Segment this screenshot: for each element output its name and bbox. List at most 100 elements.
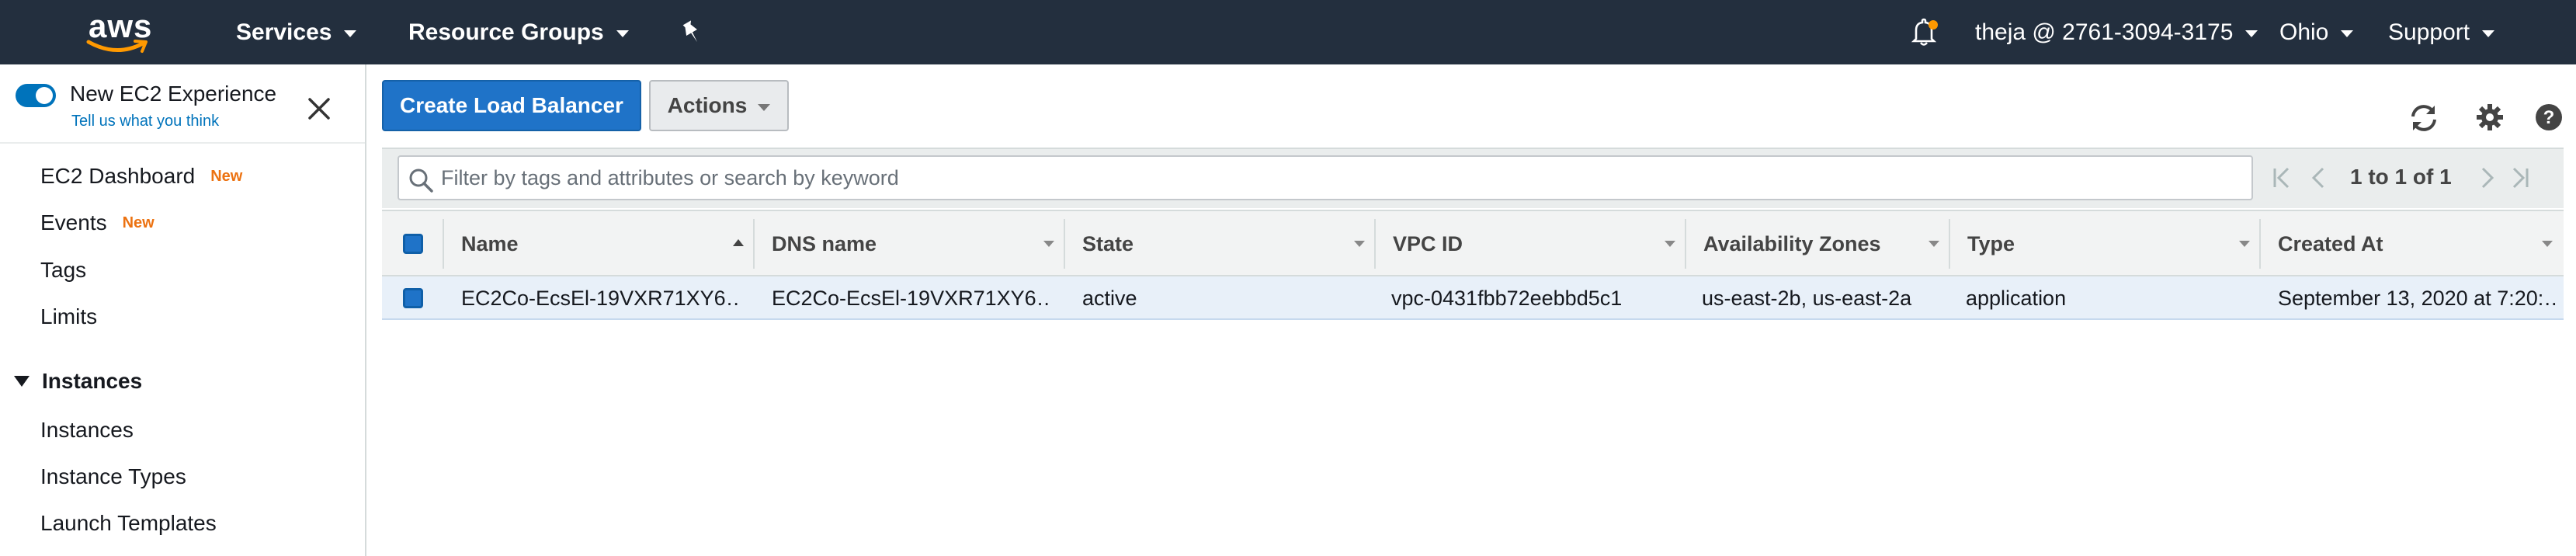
- column-header-label: Created At: [2278, 231, 2383, 255]
- column-header-availability-zones[interactable]: Availability Zones: [1686, 211, 1950, 276]
- create-load-balancer-button[interactable]: Create Load Balancer: [382, 80, 641, 131]
- new-badge: New: [122, 214, 154, 231]
- search-icon: [409, 169, 433, 193]
- search-input[interactable]: [441, 157, 2242, 199]
- chevron-down-icon: [758, 103, 771, 111]
- sidebar-item-label: Launch Templates: [40, 511, 217, 535]
- new-experience-toggle[interactable]: [16, 84, 56, 107]
- resource-groups-menu[interactable]: Resource Groups: [408, 0, 629, 64]
- sort-icon: [1354, 241, 1365, 247]
- support-menu[interactable]: Support: [2388, 0, 2495, 64]
- sidebar-item-tags[interactable]: Tags: [40, 258, 86, 283]
- search-box: [398, 155, 2253, 200]
- select-all-checkbox[interactable]: [403, 234, 423, 254]
- sidebar-item-instance-types[interactable]: Instance Types: [40, 464, 186, 489]
- previous-page-icon[interactable]: [2309, 166, 2328, 189]
- actions-label: Actions: [667, 93, 748, 117]
- notification-dot: [1929, 19, 1938, 30]
- pin-icon: [682, 19, 697, 42]
- resource-groups-label: Resource Groups: [408, 19, 604, 45]
- feedback-link[interactable]: Tell us what you think: [71, 113, 219, 130]
- pin-button[interactable]: [680, 0, 703, 64]
- banner-title: New EC2 Experience: [70, 82, 277, 106]
- sort-icon: [2542, 241, 2553, 247]
- new-ec2-experience-banner: New EC2 Experience Tell us what you thin…: [0, 64, 365, 144]
- sidebar: New EC2 Experience Tell us what you thin…: [0, 64, 366, 556]
- pagination-text: 1 to 1 of 1: [2350, 165, 2452, 189]
- column-header-label: VPC ID: [1393, 231, 1463, 255]
- cell-availability-zones: us-east-2b, us-east-2a: [1702, 286, 1912, 310]
- chevron-down-icon: [344, 30, 357, 37]
- chevron-down-icon: [616, 30, 629, 37]
- sidebar-item-launch-templates[interactable]: Launch Templates: [40, 511, 217, 536]
- new-badge: New: [210, 167, 243, 185]
- column-header-name[interactable]: Name: [444, 211, 755, 276]
- sidebar-item-ec2-dashboard[interactable]: EC2 Dashboard New: [40, 164, 242, 189]
- svg-text:?: ?: [2543, 107, 2555, 128]
- services-menu[interactable]: Services: [236, 0, 357, 64]
- sort-ascending-icon: [733, 239, 744, 246]
- cell-dns-name: EC2Co-EcsEl-19VXR71XY6…: [772, 286, 1051, 310]
- refresh-icon[interactable]: [2407, 103, 2441, 134]
- close-icon[interactable]: [307, 97, 331, 120]
- table-header: Name DNS name State VPC ID Availability …: [382, 210, 2564, 276]
- column-header-label: Name: [461, 231, 519, 255]
- sort-icon: [1665, 241, 1675, 247]
- column-header-label: Type: [1967, 231, 2015, 255]
- actions-dropdown[interactable]: Actions: [649, 80, 789, 131]
- sidebar-item-limits[interactable]: Limits: [40, 304, 97, 329]
- help-icon[interactable]: ?: [2534, 103, 2564, 132]
- column-header-dns-name[interactable]: DNS name: [755, 211, 1065, 276]
- sidebar-item-label: Instance Types: [40, 464, 186, 488]
- cell-created-at: September 13, 2020 at 7:20:…: [2278, 286, 2557, 310]
- cell-name: EC2Co-EcsEl-19VXR71XY6…: [461, 286, 741, 310]
- cell-state: active: [1082, 286, 1137, 310]
- sidebar-item-label: EC2 Dashboard: [40, 164, 196, 188]
- sidebar-section-label: Instances: [42, 369, 143, 393]
- select-all-header: [382, 211, 444, 276]
- top-navigation-bar: aws Services Resource Groups theja @ 276…: [0, 0, 2576, 64]
- column-header-label: State: [1082, 231, 1134, 255]
- column-header-state[interactable]: State: [1065, 211, 1376, 276]
- aws-smile-icon: [86, 40, 148, 53]
- row-checkbox[interactable]: [403, 288, 423, 308]
- chevron-down-icon: [2245, 30, 2258, 37]
- sort-icon: [2239, 241, 2250, 247]
- row-select-cell: [382, 276, 444, 320]
- filter-bar: 1 to 1 of 1: [382, 148, 2564, 208]
- notifications-button[interactable]: [1908, 0, 1939, 64]
- gear-icon[interactable]: [2475, 103, 2505, 132]
- sidebar-item-instances[interactable]: Instances: [40, 418, 134, 443]
- region-menu[interactable]: Ohio: [2279, 0, 2354, 64]
- last-page-icon[interactable]: [2509, 166, 2531, 189]
- aws-logo[interactable]: aws: [85, 8, 155, 57]
- sidebar-item-events[interactable]: Events New: [40, 210, 154, 235]
- column-header-label: DNS name: [772, 231, 877, 255]
- first-page-icon[interactable]: [2271, 166, 2293, 189]
- column-header-created-at[interactable]: Created At: [2261, 211, 2564, 276]
- account-menu[interactable]: theja @ 2761-3094-3175: [1975, 0, 2258, 64]
- load-balancers-table: Name DNS name State VPC ID Availability …: [382, 210, 2564, 320]
- column-header-vpc-id[interactable]: VPC ID: [1376, 211, 1686, 276]
- region-label: Ohio: [2279, 19, 2329, 45]
- chevron-down-icon: [2482, 30, 2495, 37]
- sidebar-item-label: Events: [40, 210, 107, 235]
- sort-icon: [1043, 241, 1054, 247]
- table-row[interactable]: EC2Co-EcsEl-19VXR71XY6… EC2Co-EcsEl-19VX…: [382, 276, 2564, 320]
- sidebar-item-label: Limits: [40, 304, 98, 328]
- sidebar-item-label: Instances: [40, 418, 134, 442]
- cell-vpc-id: vpc-0431fbb72eebbd5c1: [1391, 286, 1623, 310]
- next-page-icon[interactable]: [2478, 166, 2497, 189]
- sort-icon: [1929, 241, 1939, 247]
- cell-type: application: [1966, 286, 2067, 310]
- column-header-type[interactable]: Type: [1950, 211, 2261, 276]
- sidebar-item-label: Tags: [40, 258, 87, 282]
- services-label: Services: [236, 19, 332, 45]
- toggle-knob: [36, 87, 53, 104]
- account-label: theja @ 2761-3094-3175: [1975, 19, 2234, 45]
- caret-down-icon: [14, 376, 30, 387]
- support-label: Support: [2388, 19, 2470, 45]
- column-header-label: Availability Zones: [1703, 231, 1881, 255]
- sidebar-section-instances[interactable]: Instances: [14, 369, 142, 394]
- chevron-down-icon: [2341, 30, 2354, 37]
